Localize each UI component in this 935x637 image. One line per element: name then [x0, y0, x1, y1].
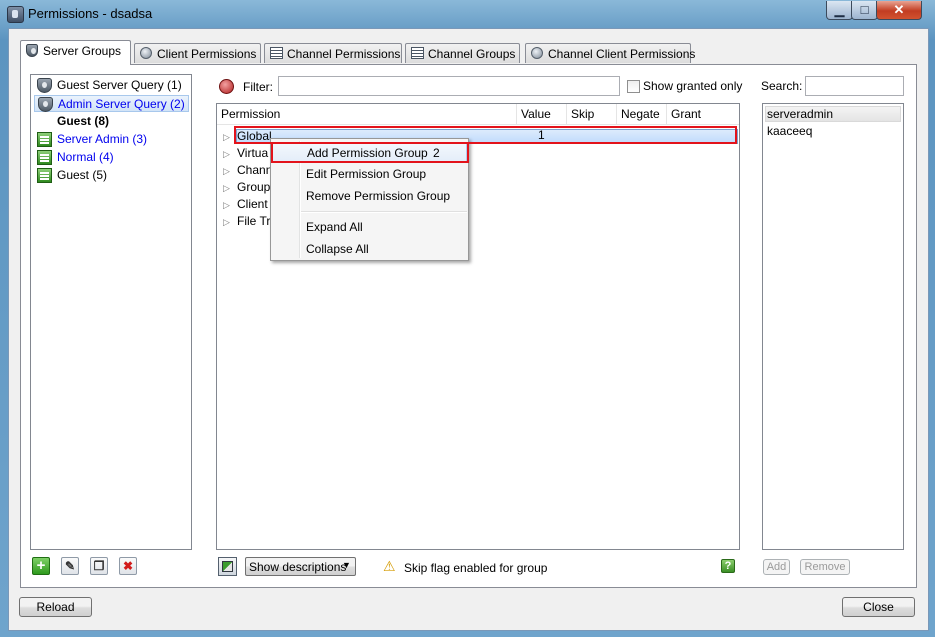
permission-view-toggle[interactable]: [218, 557, 237, 576]
group-icon: [37, 132, 52, 147]
group-item-guest-5[interactable]: Guest (5): [37, 167, 107, 184]
client-item-kaaceeq[interactable]: kaaceeq: [767, 124, 812, 138]
server-group-list[interactable]: Guest Server Query (1) Admin Server Quer…: [30, 74, 192, 550]
dialog-client-area: Server Groups Client Permissions Channel…: [8, 28, 929, 631]
tab-server-groups[interactable]: Server Groups: [20, 40, 131, 65]
tree-row-channel[interactable]: ▷ Chann: [223, 162, 272, 179]
delete-group-button[interactable]: ✖: [119, 557, 137, 575]
menu-item-edit-permission-group[interactable]: Edit Permission Group: [272, 164, 467, 185]
channel-client-icon: [531, 47, 543, 59]
show-granted-label: Show granted only: [643, 79, 743, 93]
column-grant[interactable]: Grant: [667, 104, 739, 124]
column-permission[interactable]: Permission: [217, 104, 517, 124]
warning-icon: ⚠: [383, 558, 396, 574]
show-granted-checkbox[interactable]: [627, 80, 640, 93]
group-item-normal[interactable]: Normal (4): [37, 149, 114, 166]
tab-channel-permissions[interactable]: Channel Permissions: [264, 43, 402, 63]
expand-arrow-icon[interactable]: ▷: [223, 197, 237, 214]
group-item-admin-server-query[interactable]: Admin Server Query (2): [34, 95, 189, 112]
help-icon[interactable]: ?: [721, 559, 735, 573]
filter-input[interactable]: [278, 76, 620, 96]
group-icon: [37, 150, 52, 165]
title-bar[interactable]: Permissions - dsadsa ▁ □ ✕: [0, 0, 935, 28]
tab-label: Server Groups: [43, 44, 122, 58]
tree-label: File Tr: [237, 214, 271, 228]
close-window-button[interactable]: ✕: [876, 1, 922, 20]
tree-label: Chann: [237, 163, 273, 177]
menu-separator: [301, 211, 467, 213]
shield-icon: [37, 78, 52, 93]
group-label: Server Admin (3): [57, 132, 148, 146]
shield-icon: [38, 97, 53, 112]
search-label: Search:: [761, 79, 803, 93]
menu-item-remove-permission-group[interactable]: Remove Permission Group: [272, 186, 467, 207]
chevron-down-icon: ▼: [342, 560, 351, 570]
copy-group-button[interactable]: ❐: [90, 557, 108, 575]
reload-button[interactable]: Reload: [19, 597, 92, 617]
tree-label: Client: [237, 197, 268, 211]
tab-channel-client-permissions[interactable]: Channel Client Permissions: [525, 43, 695, 63]
minimize-button[interactable]: ▁: [826, 1, 853, 20]
permissions-window: Permissions - dsadsa ▁ □ ✕ Server Groups…: [0, 0, 935, 637]
add-group-button[interactable]: +: [32, 557, 50, 575]
client-icon: [140, 47, 152, 59]
clear-filter-icon[interactable]: [219, 79, 234, 94]
annotation-number-1: 1: [538, 128, 545, 142]
add-client-button[interactable]: Add: [763, 559, 790, 575]
tree-label: Group: [237, 180, 271, 194]
client-list[interactable]: serveradmin kaaceeq: [762, 103, 904, 550]
group-label: Guest Server Query (1): [57, 78, 182, 92]
tab-label: Channel Client Permissions: [548, 47, 696, 61]
permission-tree-header: Permission Value Skip Negate Grant: [217, 104, 739, 125]
group-item-guest-8[interactable]: Guest (8): [37, 113, 109, 130]
tab-label: Client Permissions: [157, 47, 257, 61]
remove-client-button[interactable]: Remove: [800, 559, 850, 575]
column-negate[interactable]: Negate: [617, 104, 667, 124]
expand-arrow-icon[interactable]: ▷: [223, 163, 237, 180]
group-label: Guest (8): [57, 114, 110, 128]
annotation-number-2: 2: [433, 146, 440, 160]
group-label: Normal (4): [57, 150, 114, 164]
column-skip[interactable]: Skip: [567, 104, 617, 124]
rename-group-button[interactable]: ✎: [61, 557, 79, 575]
tree-row-client[interactable]: ▷ Client: [223, 196, 268, 213]
search-input[interactable]: [805, 76, 904, 96]
group-item-guest-server-query[interactable]: Guest Server Query (1): [37, 77, 182, 94]
menu-item-collapse-all[interactable]: Collapse All: [272, 239, 467, 260]
column-value[interactable]: Value: [517, 104, 567, 124]
app-icon: [7, 6, 24, 23]
group-icon: [37, 168, 52, 183]
client-item-serveradmin[interactable]: serveradmin: [767, 107, 833, 121]
tree-row-virtual-server[interactable]: ▷ Virtua: [223, 145, 268, 162]
skip-flag-status: Skip flag enabled for group: [404, 561, 548, 575]
tree-label: Virtua: [237, 146, 269, 160]
group-item-server-admin[interactable]: Server Admin (3): [37, 131, 147, 148]
menu-item-expand-all[interactable]: Expand All: [272, 217, 467, 238]
expand-arrow-icon[interactable]: ▷: [223, 180, 237, 197]
expand-arrow-icon[interactable]: ▷: [223, 214, 237, 231]
close-button[interactable]: Close: [842, 597, 915, 617]
server-groups-icon: [26, 44, 38, 57]
tree-row-file-transfer[interactable]: ▷ File Tr: [223, 213, 270, 230]
tab-channel-groups[interactable]: Channel Groups: [405, 43, 520, 63]
channel-list-icon: [270, 47, 283, 59]
show-descriptions-dropdown[interactable]: Show descriptions ▼: [245, 557, 356, 576]
maximize-button[interactable]: □: [851, 1, 878, 20]
tab-label: Channel Permissions: [287, 47, 401, 61]
expand-arrow-icon[interactable]: ▷: [223, 146, 237, 163]
pencil-grid-icon: [222, 561, 233, 572]
tree-row-group[interactable]: ▷ Group: [223, 179, 270, 196]
window-title: Permissions - dsadsa: [28, 6, 153, 21]
tab-client-permissions[interactable]: Client Permissions: [134, 43, 261, 63]
dropdown-value: Show descriptions: [249, 560, 347, 574]
channel-groups-icon: [411, 47, 424, 59]
filter-label: Filter:: [243, 80, 273, 94]
tab-label: Channel Groups: [428, 47, 516, 61]
group-label: Admin Server Query (2): [58, 97, 185, 111]
group-label: Guest (5): [57, 168, 108, 182]
